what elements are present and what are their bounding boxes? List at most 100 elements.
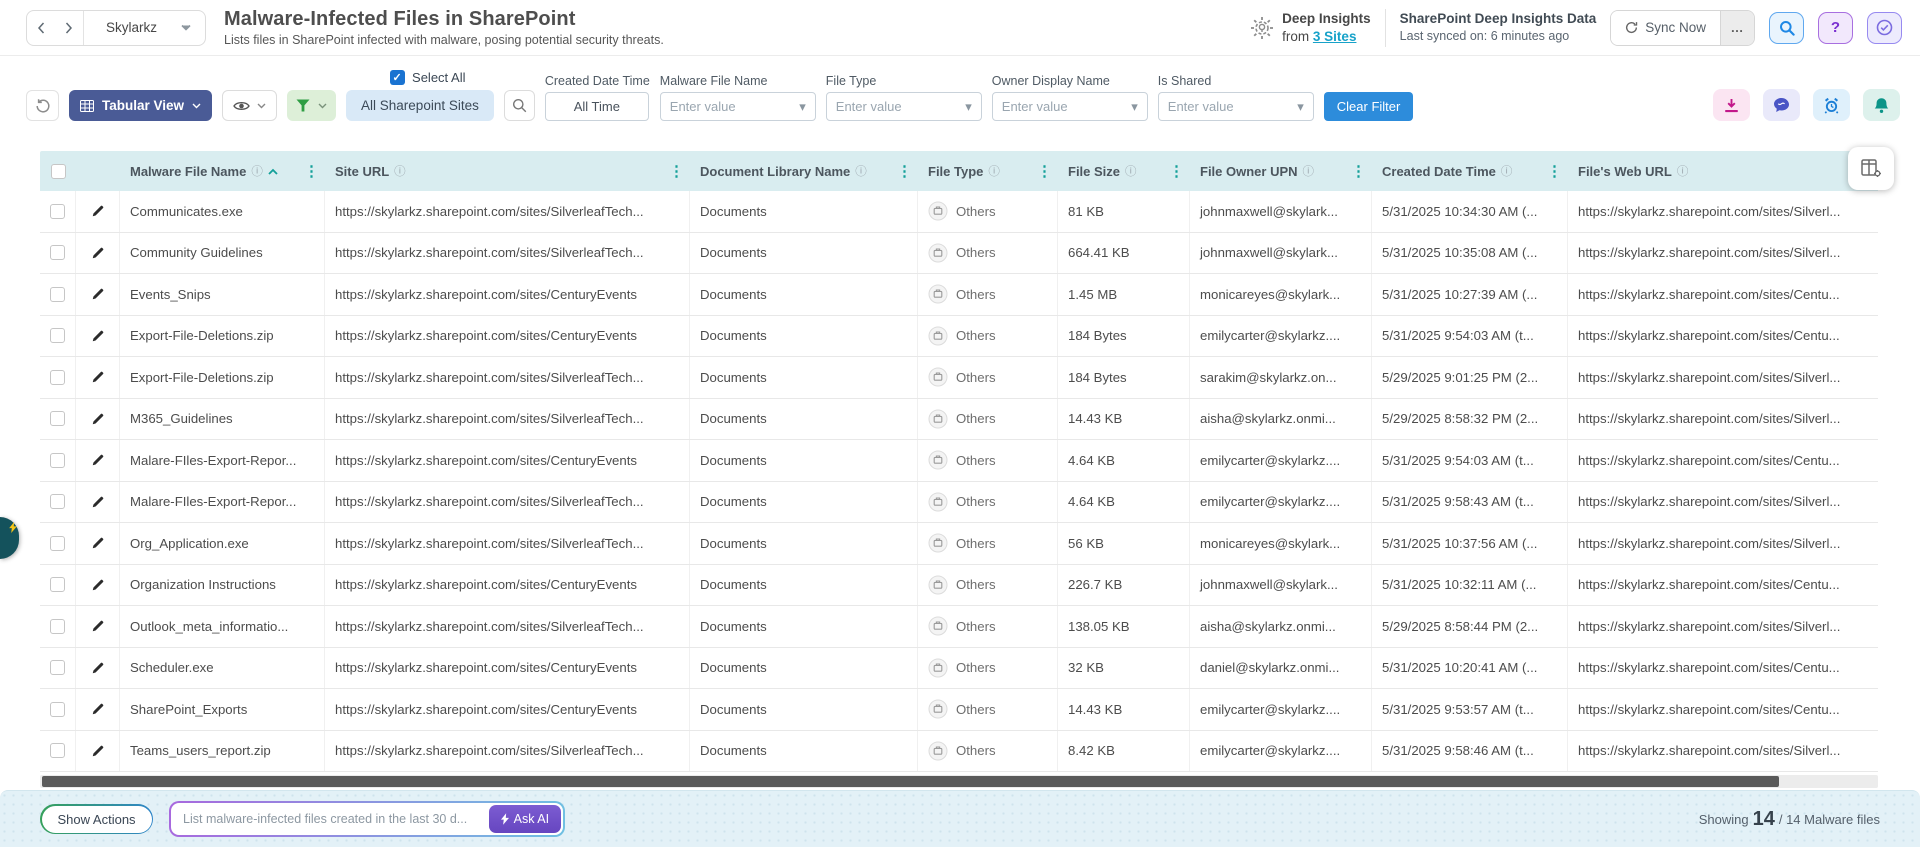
row-edit-button[interactable]	[76, 481, 120, 522]
row-checkbox[interactable]	[50, 494, 65, 510]
row-checkbox[interactable]	[50, 452, 65, 468]
file-type-label: Others	[956, 328, 996, 344]
column-menu-icon[interactable]: ⋮	[1349, 162, 1368, 180]
sites-count-link[interactable]: 3 Sites	[1313, 29, 1357, 44]
help-button[interactable]: ?	[1818, 11, 1853, 44]
cell-file-size: 664.41 KB	[1058, 232, 1190, 273]
row-checkbox[interactable]	[50, 286, 65, 302]
chat-bubble-icon	[1774, 98, 1789, 112]
file-type-filter[interactable]: Enter value ▾	[825, 92, 982, 121]
clear-filter-button[interactable]: Clear Filter	[1323, 92, 1414, 121]
row-edit-button[interactable]	[76, 232, 120, 273]
cell-document-library-name: Documents	[690, 398, 918, 439]
row-edit-button[interactable]	[76, 440, 120, 481]
column-header-file-size[interactable]: File Size ⓘ ⋮	[1058, 151, 1190, 191]
info-icon[interactable]: ⓘ	[1677, 163, 1689, 179]
row-edit-button[interactable]	[76, 730, 120, 771]
row-edit-button[interactable]	[76, 191, 120, 232]
row-edit-button[interactable]	[76, 689, 120, 730]
column-header-document-library-name[interactable]: Document Library Name ⓘ ⋮	[690, 151, 918, 191]
column-header-file-s-web-url[interactable]: File's Web URLⓘ⋮	[1568, 151, 1878, 191]
info-icon[interactable]: ⓘ	[988, 163, 1000, 179]
row-checkbox[interactable]	[50, 245, 65, 261]
owner-display-name-filter[interactable]: Enter value ▾	[991, 92, 1148, 121]
row-checkbox[interactable]	[50, 535, 65, 551]
column-header-file-owner-upn[interactable]: File Owner UPN ⓘ ⋮	[1190, 151, 1372, 191]
cell-malware-file-name: Scheduler.exe	[120, 647, 325, 688]
tasks-status-button[interactable]	[1867, 11, 1902, 44]
column-settings-button[interactable]	[1848, 147, 1894, 190]
table-search-button[interactable]	[503, 90, 535, 121]
feedback-chat-button[interactable]	[1763, 89, 1800, 121]
sync-now-button[interactable]: Sync Now	[1611, 10, 1720, 45]
info-icon[interactable]: ⓘ	[1501, 163, 1513, 179]
column-menu-icon[interactable]: ⋮	[667, 162, 686, 180]
info-icon[interactable]: ⓘ	[1303, 163, 1315, 179]
row-edit-button[interactable]	[76, 274, 120, 315]
column-menu-icon[interactable]: ⋮	[1545, 162, 1564, 180]
org-selector[interactable]: Skylarkz	[84, 20, 205, 35]
row-edit-button[interactable]	[76, 606, 120, 647]
row-edit-button[interactable]	[76, 398, 120, 439]
alerts-schedule-button[interactable]	[1813, 89, 1850, 121]
row-checkbox[interactable]	[50, 660, 65, 676]
column-menu-icon[interactable]: ⋮	[1035, 162, 1054, 180]
nav-forward-button[interactable]	[55, 11, 83, 45]
malware-file-name-filter[interactable]: Enter value ▾	[659, 92, 816, 121]
page-subtitle: Lists files in SharePoint infected with …	[224, 33, 664, 47]
row-checkbox[interactable]	[50, 411, 65, 427]
row-checkbox[interactable]	[50, 203, 65, 219]
info-icon[interactable]: ⓘ	[394, 163, 406, 179]
show-actions-button[interactable]: Show Actions	[40, 804, 154, 834]
column-menu-icon[interactable]: ⋮	[302, 162, 321, 180]
file-type-icon	[928, 450, 948, 470]
info-icon[interactable]: ⓘ	[1125, 163, 1137, 179]
scrollbar-thumb[interactable]	[42, 776, 1779, 787]
filter-malware-file-name: Malware File Name Enter value ▾	[659, 74, 816, 121]
refresh-button[interactable]	[26, 90, 59, 121]
row-checkbox[interactable]	[50, 743, 65, 759]
info-icon[interactable]: ⓘ	[855, 163, 867, 179]
select-all-checkbox[interactable]	[390, 70, 406, 85]
header-select-checkbox[interactable]	[50, 163, 66, 179]
created-date-time-filter[interactable]: All Time	[544, 92, 649, 121]
check-circle-icon	[1876, 19, 1893, 36]
column-menu-icon[interactable]: ⋮	[1167, 162, 1186, 180]
column-header-file-type[interactable]: File Type ⓘ ⋮	[918, 151, 1058, 191]
column-header-created-date-time[interactable]: Created Date Time ⓘ ⋮	[1372, 151, 1568, 191]
filter-placeholder: Enter value	[1001, 99, 1068, 114]
filter-button[interactable]	[287, 90, 337, 121]
row-checkbox[interactable]	[50, 328, 65, 344]
row-edit-button[interactable]	[76, 315, 120, 356]
row-edit-button[interactable]	[76, 564, 120, 605]
chevron-down-icon	[318, 103, 327, 108]
row-edit-button[interactable]	[76, 523, 120, 564]
table-row: Malare-FIles-Export-Repor... https://sky…	[40, 440, 1878, 482]
export-download-button[interactable]	[1713, 89, 1750, 121]
row-checkbox[interactable]	[50, 369, 65, 385]
sort-asc-icon[interactable]	[268, 168, 278, 175]
is-shared-filter[interactable]: Enter value ▾	[1157, 92, 1314, 121]
ask-ai-button[interactable]: Ask AI	[488, 805, 562, 833]
result-count: Showing 14 / 14 Malware files	[1699, 808, 1880, 831]
column-header-malware-file-name[interactable]: Malware File Name ⓘ ⋮	[120, 151, 325, 191]
more-options-button[interactable]: …	[1720, 10, 1754, 45]
cell-file-size: 184 Bytes	[1058, 315, 1190, 356]
global-search-button[interactable]	[1769, 11, 1804, 44]
tabular-view-button[interactable]: Tabular View	[69, 90, 213, 121]
column-header-site-url[interactable]: Site URL ⓘ ⋮	[325, 151, 690, 191]
row-checkbox[interactable]	[50, 701, 65, 717]
select-all-control[interactable]: Select All	[390, 70, 494, 85]
nav-back-button[interactable]	[27, 11, 55, 45]
pencil-icon	[92, 537, 103, 549]
column-visibility-button[interactable]	[222, 90, 278, 121]
row-checkbox[interactable]	[50, 618, 65, 634]
row-edit-button[interactable]	[76, 357, 120, 398]
all-sharepoint-sites-pill[interactable]: All Sharepoint Sites	[346, 90, 494, 121]
notifications-button[interactable]	[1863, 89, 1900, 121]
row-edit-button[interactable]	[76, 647, 120, 688]
row-checkbox[interactable]	[50, 577, 65, 593]
ask-ai-input[interactable]	[171, 812, 487, 826]
info-icon[interactable]: ⓘ	[251, 163, 263, 179]
column-menu-icon[interactable]: ⋮	[895, 162, 914, 180]
